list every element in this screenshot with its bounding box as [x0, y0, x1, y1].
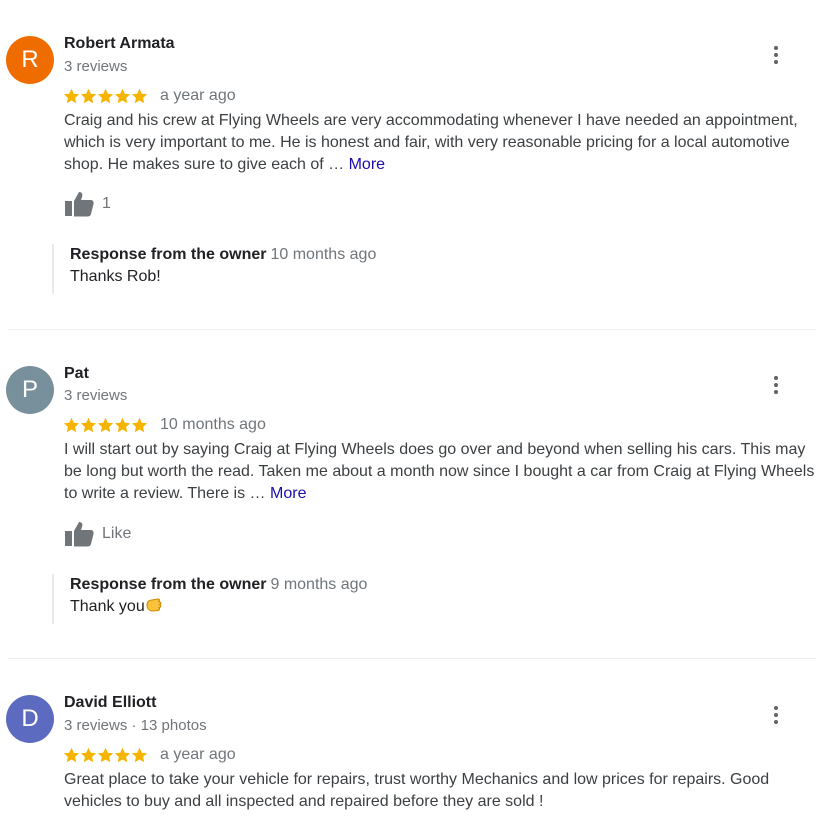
more-link[interactable]: More: [270, 485, 306, 502]
star-icon: [131, 747, 148, 762]
like-count: 1: [102, 195, 111, 212]
star-icon: [114, 417, 131, 432]
review-date: a year ago: [160, 746, 236, 763]
review-date: 10 months ago: [160, 416, 266, 433]
star-icon: [97, 88, 114, 103]
like-button[interactable]: Like: [64, 520, 131, 548]
avatar[interactable]: D: [6, 695, 54, 743]
star-icon: [63, 88, 80, 103]
star-rating: [63, 745, 148, 765]
star-icon: [63, 417, 80, 432]
owner-response: Response from the owner 9 months ago Than…: [52, 574, 367, 624]
hand-emoji-icon: [146, 598, 162, 612]
more-vert-icon: [774, 706, 778, 710]
avatar[interactable]: P: [6, 366, 54, 414]
more-link[interactable]: More: [349, 156, 385, 173]
star-icon: [131, 88, 148, 103]
star-icon: [80, 417, 97, 432]
star-rating: [63, 415, 148, 435]
star-icon: [114, 88, 131, 103]
more-options-button[interactable]: [766, 376, 786, 400]
thumbs-up-icon: [65, 522, 94, 547]
more-options-button[interactable]: [766, 706, 786, 730]
star-icon: [97, 747, 114, 762]
reviewer-meta: 3 reviews: [64, 387, 128, 404]
star-icon: [97, 417, 114, 432]
star-rating: [63, 86, 148, 106]
reviewer-meta: 3 reviews: [64, 58, 128, 75]
reviewer-meta: 3 reviews · 13 photos: [64, 717, 207, 734]
reviewer-name[interactable]: Robert Armata: [64, 35, 175, 53]
star-icon: [80, 747, 97, 762]
review-date: a year ago: [160, 87, 236, 104]
more-vert-icon: [774, 46, 778, 50]
like-label: Like: [102, 525, 132, 542]
review-text: Craig and his crew at Flying Wheels are …: [64, 112, 798, 173]
owner-response-date: 9 months ago: [270, 576, 368, 593]
owner-response-text: Thanks Rob!: [70, 268, 161, 285]
reviewer-name[interactable]: David Elliott: [64, 694, 156, 712]
star-icon: [131, 417, 148, 432]
thumbs-up-icon: [65, 192, 94, 217]
owner-response-label: Response from the owner: [70, 246, 267, 263]
star-icon: [80, 88, 97, 103]
star-icon: [114, 747, 131, 762]
divider: [8, 329, 816, 330]
avatar[interactable]: R: [6, 36, 54, 84]
review-text: I will start out by saying Craig at Flyi…: [64, 441, 815, 502]
more-options-button[interactable]: [766, 46, 786, 70]
star-icon: [63, 747, 80, 762]
more-vert-icon: [774, 376, 778, 380]
divider: [8, 658, 816, 659]
owner-response-label: Response from the owner: [70, 576, 267, 593]
reviewer-name[interactable]: Pat: [64, 365, 89, 383]
review-text: Great place to take your vehicle for rep…: [64, 771, 770, 810]
owner-response: Response from the owner 10 months ago Tha…: [52, 244, 376, 294]
like-button[interactable]: 1: [64, 190, 111, 218]
owner-response-text: Thank you: [70, 596, 367, 618]
owner-response-date: 10 months ago: [270, 246, 377, 263]
